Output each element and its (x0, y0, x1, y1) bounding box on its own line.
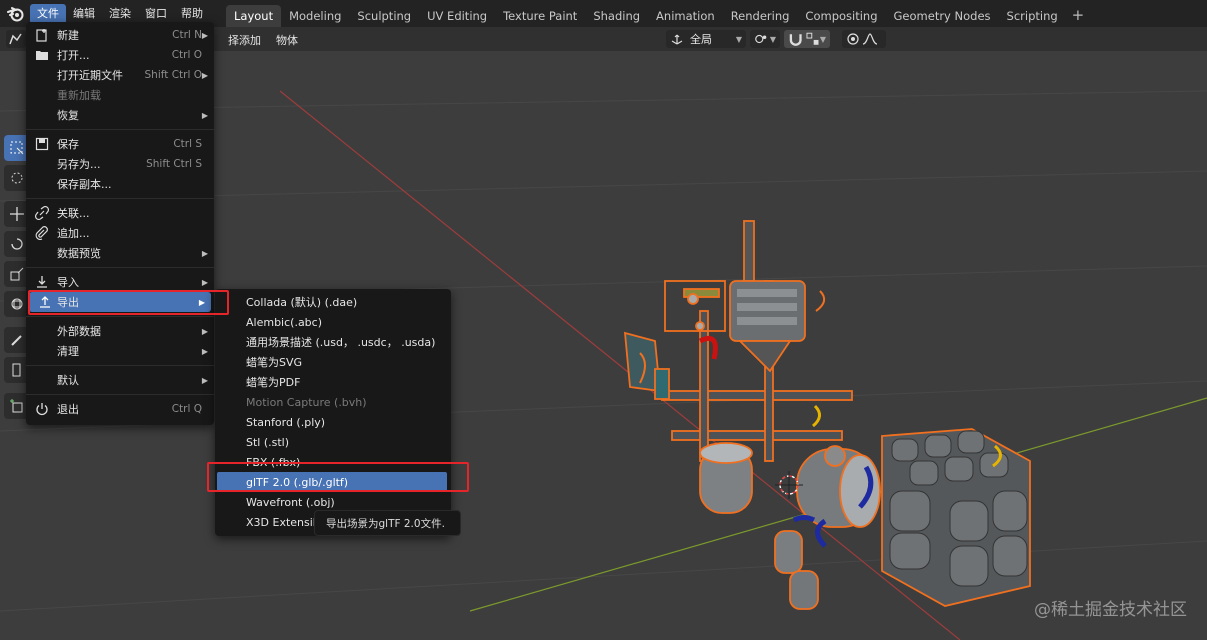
menu-select[interactable]: 择 (228, 32, 239, 48)
watermark: @稀土掘金技术社区 (1034, 600, 1187, 620)
menu-item-open[interactable]: 打开... Ctrl O (26, 45, 214, 65)
export-gpencil-pdf[interactable]: 蜡笔为PDF (215, 372, 451, 392)
menu-edit[interactable]: 编辑 (66, 4, 102, 24)
export-ply[interactable]: Stanford (.ply) (215, 412, 451, 432)
menu-item-recover[interactable]: 恢复 ▶ (26, 105, 214, 125)
menu-help[interactable]: 帮助 (174, 4, 210, 24)
power-icon (36, 403, 48, 416)
submenu-arrow-icon: ▶ (201, 110, 208, 120)
pivot-icon (755, 34, 767, 44)
proportional-edit-icon (847, 33, 859, 45)
blender-logo-icon[interactable] (4, 3, 28, 25)
transform-controls: 全局 ▼ ▼ ▼ (666, 30, 886, 48)
menu-item-revert: 重新加载 (57, 89, 101, 102)
menu-item-data-previews[interactable]: 数据预览 ▶ (26, 243, 214, 263)
tab-shading[interactable]: Shading (585, 5, 648, 27)
orientation-value: 全局 (690, 33, 712, 46)
submenu-arrow-icon: ▶ (201, 70, 208, 80)
new-file-icon (36, 29, 47, 42)
submenu-arrow-icon: ▶ (201, 346, 208, 356)
menu-separator (26, 198, 214, 199)
menu-file[interactable]: 文件 (30, 3, 66, 24)
link-icon (35, 206, 49, 220)
menu-separator (26, 316, 214, 317)
export-usd[interactable]: 通用场景描述 (.usd， .usdc， .usda) (215, 332, 451, 352)
menu-item-save[interactable]: 保存 Ctrl S (26, 134, 214, 154)
menu-separator (26, 267, 214, 268)
transform-icon (11, 298, 23, 310)
paperclip-icon (35, 226, 48, 240)
orientation-icon (671, 34, 683, 45)
magnet-icon (789, 34, 802, 46)
tab-texture-paint[interactable]: Texture Paint (495, 5, 585, 27)
transform-orientation-dropdown[interactable]: 全局 ▼ (666, 30, 746, 48)
select-box-icon (10, 141, 24, 155)
menu-item-quit[interactable]: 退出 Ctrl Q (26, 399, 214, 419)
export-bvh: Motion Capture (.bvh) (246, 395, 367, 409)
submenu-arrow-icon: ▶ (201, 30, 208, 40)
tab-uv-editing[interactable]: UV Editing (419, 5, 495, 27)
scale-icon (10, 267, 24, 281)
export-submenu: Collada (默认) (.dae) Alembic(.abc) 通用场景描述… (215, 289, 451, 536)
annotation-box-gltf (207, 462, 469, 492)
menu-render[interactable]: 渲染 (102, 4, 138, 24)
move-icon (10, 207, 24, 221)
save-icon (35, 137, 49, 151)
annotation-box-export (28, 290, 229, 315)
folder-icon (36, 51, 48, 60)
tab-compositing[interactable]: Compositing (797, 5, 885, 27)
tab-modeling[interactable]: Modeling (281, 5, 349, 27)
export-obj[interactable]: Wavefront (.obj) (215, 492, 451, 512)
import-icon (37, 276, 47, 288)
add-cube-icon (10, 399, 23, 413)
cursor-icon (11, 172, 23, 184)
pencil-icon (11, 335, 22, 346)
rotate-icon (11, 238, 23, 250)
menu-item-open-recent[interactable]: 打开近期文件 Shift Ctrl O ▶ (26, 65, 214, 85)
export-tooltip: 导出场景为glTF 2.0文件. (314, 510, 461, 536)
menu-window[interactable]: 窗口 (138, 4, 174, 24)
snap-toggle[interactable]: ▼ (784, 30, 830, 48)
add-workspace-button[interactable]: + (1072, 6, 1085, 24)
selected-model (623, 220, 1031, 610)
tab-layout[interactable]: Layout (226, 5, 282, 27)
submenu-arrow-icon: ▶ (201, 277, 208, 287)
menu-item-append[interactable]: 追加... (26, 223, 214, 243)
menu-item-defaults[interactable]: 默认 ▶ (26, 370, 214, 390)
menu-separator (26, 394, 214, 395)
menu-object[interactable]: 物体 (276, 32, 298, 48)
falloff-curve-icon (862, 33, 878, 45)
menu-item-external-data[interactable]: 外部数据 ▶ (26, 321, 214, 341)
menu-item-save-copy[interactable]: 保存副本... (26, 174, 214, 194)
export-stl[interactable]: Stl (.stl) (215, 432, 451, 452)
export-alembic[interactable]: Alembic(.abc) (215, 312, 451, 332)
menu-item-clean-up[interactable]: 清理 ▶ (26, 341, 214, 361)
export-gpencil-svg[interactable]: 蜡笔为SVG (215, 352, 451, 372)
export-collada[interactable]: Collada (默认) (.dae) (215, 292, 451, 312)
ruler-icon (12, 363, 21, 377)
snap-grid-icon (806, 32, 819, 45)
tab-rendering[interactable]: Rendering (723, 5, 798, 27)
menu-add[interactable]: 添加 (239, 32, 261, 48)
tab-geometry-nodes[interactable]: Geometry Nodes (886, 5, 999, 27)
editor-type-icon[interactable] (6, 30, 26, 48)
menu-item-import[interactable]: 导入 ▶ (26, 272, 214, 292)
submenu-arrow-icon: ▶ (201, 375, 208, 385)
workspace-tabs: Layout Modeling Sculpting UV Editing Tex… (226, 0, 1084, 27)
submenu-arrow-icon: ▶ (201, 326, 208, 336)
menu-separator (26, 365, 214, 366)
menu-item-new[interactable]: 新建 Ctrl N ▶ (26, 25, 214, 45)
menu-item-link[interactable]: 关联... (26, 203, 214, 223)
menu-item-save-as[interactable]: 另存为... Shift Ctrl S (26, 154, 214, 174)
tab-sculpting[interactable]: Sculpting (349, 5, 419, 27)
tab-animation[interactable]: Animation (648, 5, 723, 27)
proportional-editing-toggle[interactable] (842, 30, 886, 48)
tab-scripting[interactable]: Scripting (999, 5, 1066, 27)
menu-separator (26, 129, 214, 130)
chevron-down-icon: ▼ (735, 34, 742, 44)
file-menu-dropdown: 新建 Ctrl N ▶ 打开... Ctrl O 打开近期文件 Shift Ct… (26, 22, 214, 425)
pivot-point-dropdown[interactable]: ▼ (750, 30, 780, 48)
submenu-arrow-icon: ▶ (201, 248, 208, 258)
